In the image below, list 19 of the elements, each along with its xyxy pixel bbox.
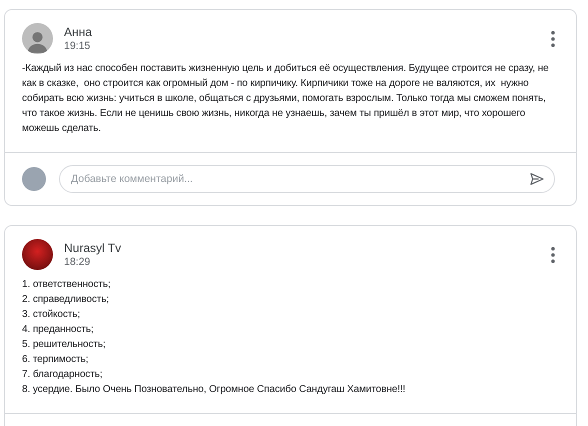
post-text: 8. усердие. Было Очень Позновательно, Огромное Спасибо Сандугаш Хамитовне!!!	[22, 383, 406, 397]
photo-placeholder	[22, 167, 46, 191]
photo-placeholder	[22, 239, 53, 270]
post-text: 1. ответственность;	[22, 278, 112, 292]
more-vertical-icon	[551, 30, 555, 46]
post-text: 6. терпимость;	[22, 353, 90, 367]
post-text: 7. благодарность;	[22, 368, 104, 382]
post-time: 18:29	[64, 256, 92, 268]
more-vertical-icon	[551, 246, 555, 262]
post-text: 5. решительность;	[22, 338, 107, 352]
post-text: 2. справедливость;	[22, 293, 110, 307]
post-text: 4. преданность;	[22, 323, 95, 337]
send-icon[interactable]	[529, 171, 545, 187]
post-text: 3. стойкость;	[22, 308, 82, 322]
post-time: 19:15	[64, 40, 92, 52]
post-text: -Каждый из нас способен поставить жизненную цель и добиться её осуществления. Будущее строится не сразу, не как в сказке, оно строится как огромный дом - по кирпичику. Кирпичики тоже на дороге не валяются, их нужно собирать всю жизнь: учиться в школе, общаться с друзьями, помогать взрослым. Только тогда мы сможем понять, что такое жизнь. Если не ценишь свою жизнь, никогда не узнаешь, зачем ты пришёл в этот мир, что хорошего можешь сделать.	[22, 62, 550, 136]
author-name: Анна	[64, 24, 93, 40]
author-name: Nurasyl Tv	[64, 240, 122, 256]
comment-field[interactable]: Добавьте комментарий...	[59, 165, 555, 193]
